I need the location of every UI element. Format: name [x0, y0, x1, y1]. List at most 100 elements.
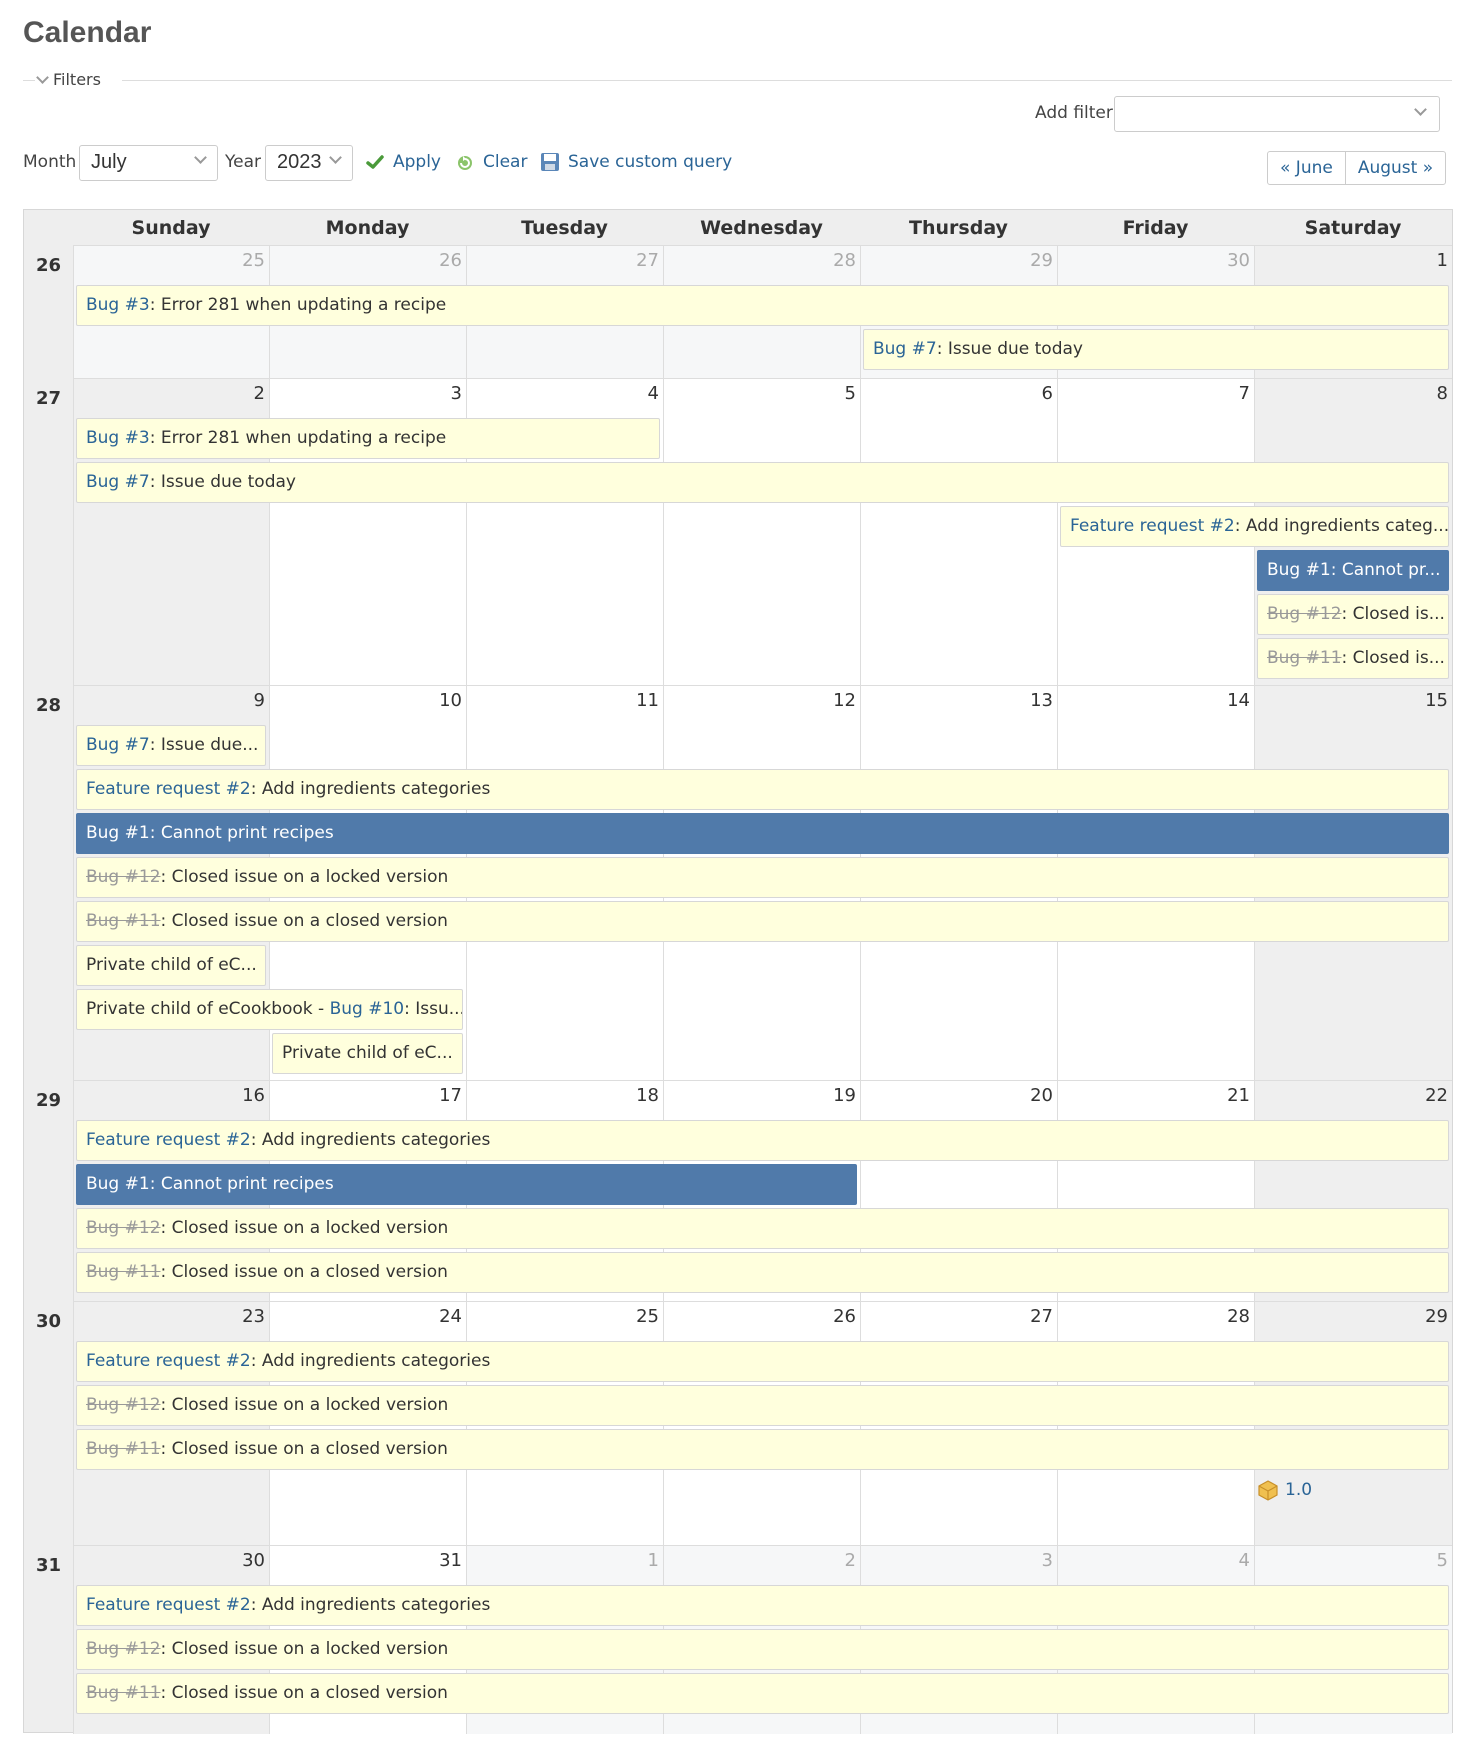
calendar-event[interactable]: Feature request #2: Add ingredients cate…	[76, 1341, 1449, 1382]
filters-divider	[122, 80, 1452, 81]
filters-toggle[interactable]: Filters	[36, 70, 101, 89]
calendar-event[interactable]: Feature request #2: Add ingredients cate…	[76, 769, 1449, 810]
save-query-button[interactable]: Save custom query	[540, 152, 732, 172]
apply-button[interactable]: Apply	[365, 152, 441, 172]
event-issue-link[interactable]: Feature request #2	[86, 779, 251, 799]
event-issue-link[interactable]: Bug #11	[86, 1683, 161, 1703]
event-issue-link[interactable]: Bug #7	[86, 735, 150, 755]
calendar-event[interactable]: Feature request #2: Add ingredients cate…	[76, 1120, 1449, 1161]
next-month-link[interactable]: August »	[1344, 152, 1445, 184]
week-number: 29	[35, 1090, 62, 1111]
day-cell[interactable]: 6	[860, 378, 1057, 685]
calendar-event[interactable]: Bug #12: Closed issue on a locked versio…	[76, 1208, 1449, 1249]
event-issue-link[interactable]: Bug #11	[86, 1262, 161, 1282]
event-issue-link[interactable]: Bug #3	[86, 295, 150, 315]
day-header: Sunday	[131, 217, 211, 239]
event-issue-link[interactable]: Bug #3	[86, 428, 150, 448]
clear-button[interactable]: Clear	[455, 152, 527, 172]
event-subject: : Error 281 when updating a recipe	[149, 428, 447, 448]
day-header: Tuesday	[521, 217, 608, 239]
event-issue-link[interactable]: Bug #11	[86, 1439, 161, 1459]
add-filter-label: Add filter	[1035, 103, 1113, 123]
event-subject: : Add ingredients categories	[250, 779, 491, 799]
day-number: 9	[253, 690, 265, 711]
month-select[interactable]: July	[79, 145, 218, 181]
day-number: 24	[439, 1306, 462, 1327]
event-subject: : Cannot print recipes	[149, 1174, 334, 1194]
calendar-event[interactable]: Bug #3: Error 281 when updating a recipe	[76, 285, 1449, 326]
event-issue-link[interactable]: Feature request #2	[86, 1130, 251, 1150]
calendar-event[interactable]: Bug #12: Closed issue on a locked versio…	[76, 1385, 1449, 1426]
event-issue-link[interactable]: Bug #12	[86, 867, 161, 887]
calendar-event[interactable]: Bug #7: Issue due today	[76, 462, 1449, 503]
day-header: Thursday	[909, 217, 1008, 239]
day-cell[interactable]: 5	[663, 378, 860, 685]
event-issue-link[interactable]: Bug #11	[86, 911, 161, 931]
calendar-event[interactable]: Bug #11: Closed issue on a closed versio…	[76, 1429, 1449, 1470]
event-issue-link[interactable]: Bug #12	[1267, 604, 1342, 624]
chevron-down-icon	[36, 71, 49, 84]
day-number: 21	[1227, 1085, 1250, 1106]
event-issue-link[interactable]: Bug #12	[86, 1639, 161, 1659]
calendar-event[interactable]: Bug #12: Closed is...	[1257, 594, 1449, 635]
event-issue-link[interactable]: Bug #1	[86, 1174, 150, 1194]
event-subject: : Closed issue on a closed version	[160, 1683, 448, 1703]
event-subject: : Closed issue on a closed version	[160, 911, 448, 931]
calendar-event[interactable]: Bug #1: Cannot pr...	[1257, 550, 1449, 591]
calendar-event[interactable]: Bug #11: Closed issue on a closed versio…	[76, 901, 1449, 942]
day-number: 5	[844, 383, 856, 404]
day-number: 16	[242, 1085, 265, 1106]
page-title: Calendar	[23, 16, 152, 49]
year-label: Year	[225, 152, 261, 172]
event-issue-link[interactable]: Bug #10	[330, 999, 405, 1019]
day-number: 1	[1436, 250, 1448, 271]
day-number: 26	[439, 250, 462, 271]
event-prefix: Private child of eC...	[282, 1043, 453, 1063]
event-subject: : Cannot pr...	[1330, 560, 1441, 580]
day-number: 20	[1030, 1085, 1053, 1106]
month-select-value: July	[91, 151, 127, 173]
day-number: 28	[1227, 1306, 1250, 1327]
event-subject: : Issu...	[404, 999, 463, 1019]
day-number: 17	[439, 1085, 462, 1106]
calendar-event[interactable]: Bug #7: Issue due today	[863, 329, 1449, 370]
version-marker[interactable]: 1.0	[1257, 1479, 1312, 1501]
event-issue-link[interactable]: Bug #7	[86, 472, 150, 492]
year-select[interactable]: 2023	[265, 145, 353, 181]
event-issue-link[interactable]: Bug #1	[1267, 560, 1331, 580]
event-subject: : Closed is...	[1341, 604, 1445, 624]
save-query-label: Save custom query	[568, 152, 733, 172]
apply-label: Apply	[393, 152, 441, 172]
event-issue-link[interactable]: Bug #12	[86, 1218, 161, 1238]
event-issue-link[interactable]: Feature request #2	[86, 1595, 251, 1615]
add-filter-select[interactable]	[1114, 96, 1440, 132]
version-label[interactable]: 1.0	[1285, 1480, 1312, 1500]
prev-month-link[interactable]: « June	[1268, 152, 1345, 184]
calendar-event[interactable]: Bug #7: Issue due...	[76, 725, 266, 766]
day-number: 26	[833, 1306, 856, 1327]
calendar-event[interactable]: Bug #11: Closed issue on a closed versio…	[76, 1673, 1449, 1714]
save-icon	[541, 153, 559, 171]
calendar-event[interactable]: Feature request #2: Add ingredients cate…	[1060, 506, 1449, 547]
calendar-event[interactable]: Bug #12: Closed issue on a locked versio…	[76, 857, 1449, 898]
day-number: 12	[833, 690, 856, 711]
calendar-event[interactable]: Private child of eC...	[76, 945, 266, 986]
day-number: 11	[636, 690, 659, 711]
day-number: 2	[844, 1550, 856, 1571]
calendar-event[interactable]: Feature request #2: Add ingredients cate…	[76, 1585, 1449, 1626]
calendar-event[interactable]: Private child of eCookbook - Bug #10: Is…	[76, 989, 463, 1030]
calendar-event[interactable]: Private child of eC...	[272, 1033, 463, 1074]
calendar-event[interactable]: Bug #3: Error 281 when updating a recipe	[76, 418, 660, 459]
event-issue-link[interactable]: Bug #1	[86, 823, 150, 843]
event-issue-link[interactable]: Bug #11	[1267, 648, 1342, 668]
filters-legend-label: Filters	[53, 70, 101, 89]
event-issue-link[interactable]: Bug #7	[873, 339, 937, 359]
event-issue-link[interactable]: Feature request #2	[86, 1351, 251, 1371]
event-issue-link[interactable]: Feature request #2	[1070, 516, 1235, 536]
calendar-event[interactable]: Bug #1: Cannot print recipes	[76, 813, 1449, 854]
calendar-event[interactable]: Bug #1: Cannot print recipes	[76, 1164, 857, 1205]
calendar-event[interactable]: Bug #11: Closed issue on a closed versio…	[76, 1252, 1449, 1293]
calendar-event[interactable]: Bug #11: Closed is...	[1257, 638, 1449, 679]
event-issue-link[interactable]: Bug #12	[86, 1395, 161, 1415]
calendar-event[interactable]: Bug #12: Closed issue on a locked versio…	[76, 1629, 1449, 1670]
